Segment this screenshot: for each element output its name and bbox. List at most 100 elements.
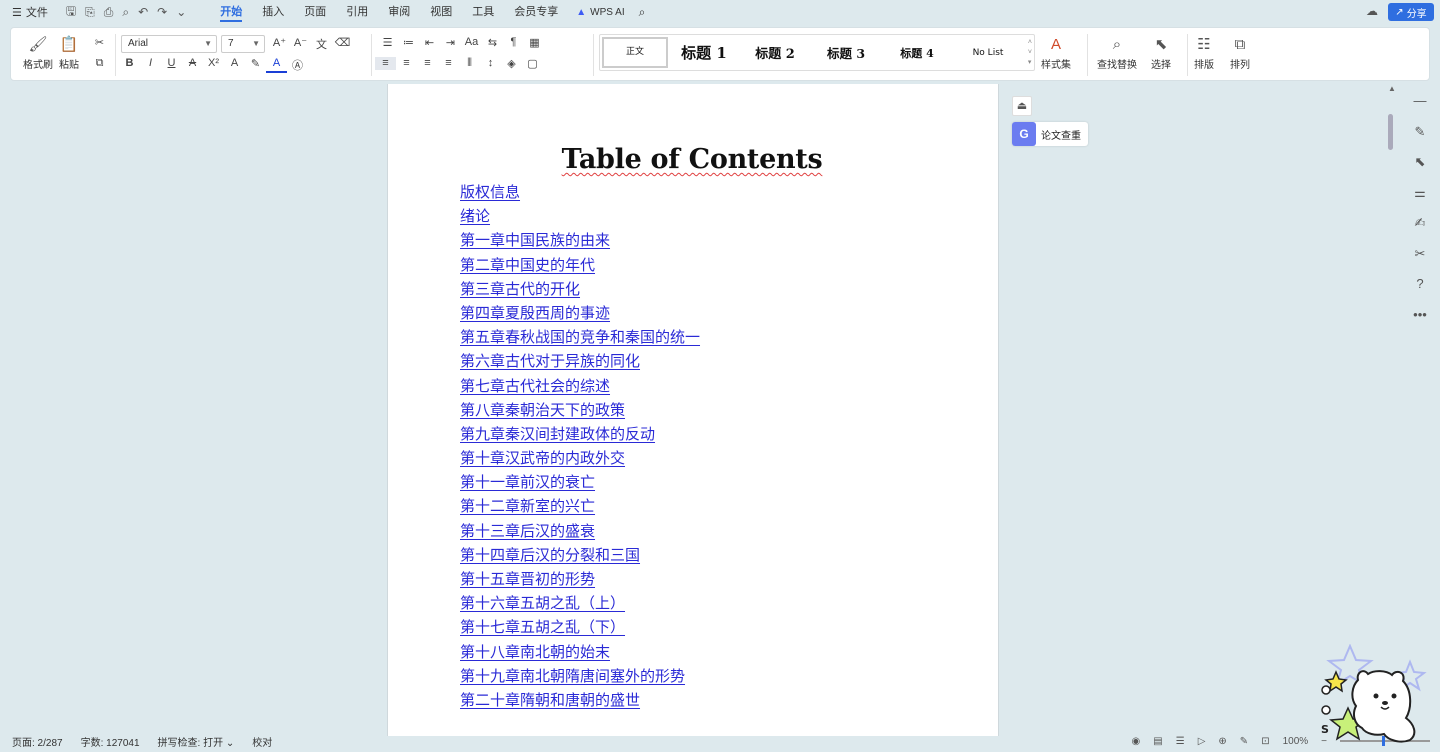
numbering-icon[interactable]: ≔ xyxy=(398,36,419,49)
essay-check-button[interactable]: G 论文查重 xyxy=(1012,122,1088,146)
pen-mode-icon[interactable]: ✎ xyxy=(1240,736,1248,747)
align-center-icon[interactable]: ≡ xyxy=(396,57,417,70)
increase-indent-icon[interactable]: ⇥ xyxy=(440,36,461,49)
scrollbar-thumb[interactable] xyxy=(1388,114,1393,150)
toc-link[interactable]: 第十五章晋初的形势 xyxy=(460,570,595,588)
search-icon[interactable]: ⌕ xyxy=(639,5,646,20)
zoom-level[interactable]: 100% xyxy=(1283,736,1309,747)
underline-icon[interactable]: U xyxy=(161,57,182,73)
strikethrough-icon[interactable]: A xyxy=(182,57,203,73)
redo-icon[interactable]: ↷ xyxy=(157,5,167,19)
scroll-up-icon[interactable]: ▲ xyxy=(1386,84,1398,93)
cut-icon[interactable]: ✂ xyxy=(89,36,110,49)
chevron-down-icon[interactable]: ⌄ xyxy=(176,5,186,19)
shrink-font-icon[interactable]: A⁻ xyxy=(290,36,311,52)
toc-link[interactable]: 第十九章南北朝隋唐间塞外的形势 xyxy=(460,667,685,685)
layout-button[interactable]: ☷ 排版 xyxy=(1194,34,1214,71)
tab-tools[interactable]: 工具 xyxy=(462,0,504,24)
font-name-select[interactable]: Arial ▼ xyxy=(121,35,217,53)
toc-link[interactable]: 第六章古代对于异族的同化 xyxy=(460,352,640,370)
toc-link[interactable]: 绪论 xyxy=(460,207,490,225)
toc-link[interactable]: 第七章古代社会的综述 xyxy=(460,377,610,395)
select-cursor-icon[interactable]: ⬉ xyxy=(1415,147,1426,178)
text-effect-icon[interactable]: A xyxy=(224,57,245,73)
character-shading-icon[interactable]: Ⓐ xyxy=(287,57,308,73)
clear-format-icon[interactable]: ⌫ xyxy=(332,36,353,52)
toc-link[interactable]: 第二章中国史的年代 xyxy=(460,256,595,274)
table-icon[interactable]: ▦ xyxy=(524,36,545,49)
minimize-panel-icon[interactable]: — xyxy=(1414,86,1427,117)
line-spacing-icon[interactable]: ↕ xyxy=(480,57,501,70)
tab-membership[interactable]: 会员专享 xyxy=(504,0,568,24)
show-marks-icon[interactable]: ¶ xyxy=(503,36,524,49)
toc-link[interactable]: 第十一章前汉的衰亡 xyxy=(460,473,595,491)
superscript-icon[interactable]: X² xyxy=(203,57,224,73)
print-icon[interactable]: ⎙ xyxy=(104,5,114,20)
toc-link[interactable]: 第十八章南北朝的始末 xyxy=(460,643,610,661)
wps-ai-button[interactable]: ▲ WPS AI ⌕ xyxy=(576,5,645,20)
copy-icon[interactable]: ⧉ xyxy=(89,57,110,70)
paste-button[interactable]: 📋 粘贴 xyxy=(59,34,79,71)
toc-link[interactable]: 第十七章五胡之乱（下） xyxy=(460,618,625,636)
undo-icon[interactable]: ↶ xyxy=(138,5,148,19)
export-icon[interactable]: ⎘ xyxy=(85,5,95,20)
share-button[interactable]: ↗ 分享 xyxy=(1388,3,1434,21)
toc-link[interactable]: 第一章中国民族的由来 xyxy=(460,231,610,249)
justify-icon[interactable]: ≡ xyxy=(438,57,459,70)
collapse-panel-icon[interactable]: ⏏ xyxy=(1012,96,1032,116)
outline-view-icon[interactable]: ☰ xyxy=(1176,736,1185,747)
tab-home[interactable]: 开始 xyxy=(210,0,252,24)
toc-link[interactable]: 第十二章新室的兴亡 xyxy=(460,497,595,515)
toc-link[interactable]: 第十六章五胡之乱（上） xyxy=(460,594,625,612)
eye-protection-icon[interactable]: ◉ xyxy=(1132,736,1141,747)
fit-page-icon[interactable]: ⊡ xyxy=(1261,736,1269,747)
tab-page[interactable]: 页面 xyxy=(294,0,336,24)
vertical-scrollbar[interactable]: ▲ xyxy=(1386,84,1398,736)
tab-insert[interactable]: 插入 xyxy=(252,0,294,24)
toc-link[interactable]: 第十三章后汉的盛衰 xyxy=(460,522,595,540)
page-indicator[interactable]: 页面: 2/287 xyxy=(12,734,63,749)
toc-link[interactable]: 第四章夏殷西周的事迹 xyxy=(460,304,610,322)
phonetic-guide-icon[interactable]: 文 xyxy=(311,36,332,52)
italic-icon[interactable]: I xyxy=(140,57,161,73)
tab-references[interactable]: 引用 xyxy=(336,0,378,24)
font-color-icon[interactable]: A xyxy=(266,57,287,73)
align-left-icon[interactable]: ≡ xyxy=(375,57,396,70)
more-icon[interactable]: ••• xyxy=(1413,300,1427,331)
toc-link[interactable]: 第三章古代的开化 xyxy=(460,280,580,298)
file-menu[interactable]: ☰ 文件 xyxy=(12,4,48,20)
style-normal[interactable]: 正文 xyxy=(602,37,668,68)
decrease-indent-icon[interactable]: ⇤ xyxy=(419,36,440,49)
tab-review[interactable]: 审阅 xyxy=(378,0,420,24)
save-icon[interactable]: 🖫 xyxy=(66,2,76,23)
tab-view[interactable]: 视图 xyxy=(420,0,462,24)
toc-link[interactable]: 第十四章后汉的分裂和三国 xyxy=(460,546,640,564)
word-count[interactable]: 字数: 127041 xyxy=(81,734,140,749)
text-direction-icon[interactable]: ⇆ xyxy=(482,36,503,49)
web-view-icon[interactable]: ⊕ xyxy=(1218,736,1226,747)
shading-icon[interactable]: ◈ xyxy=(501,57,522,70)
grow-font-icon[interactable]: A⁺ xyxy=(269,36,290,52)
spell-check-toggle[interactable]: 拼写检查: 打开 ⌄ xyxy=(158,734,235,749)
proofread-button[interactable]: 校对 xyxy=(252,734,272,749)
adjust-icon[interactable]: ⚌ xyxy=(1414,178,1426,209)
page-view-icon[interactable]: ▤ xyxy=(1153,736,1162,747)
cloud-sync-icon[interactable]: ☁ xyxy=(1366,4,1378,18)
play-icon[interactable]: ▷ xyxy=(1198,736,1206,747)
sign-icon[interactable]: ✍ xyxy=(1415,208,1426,239)
find-replace-button[interactable]: ⌕ 查找替换 xyxy=(1097,34,1137,71)
styles-scroll-control[interactable]: ˄ ˅ ▾ xyxy=(1028,38,1032,68)
style-heading-4[interactable]: 标题 4 xyxy=(882,45,952,61)
style-heading-1[interactable]: 标题 1 xyxy=(668,42,740,63)
format-painter-button[interactable]: 🖌 格式刷 xyxy=(23,34,53,71)
borders-icon[interactable]: ▢ xyxy=(522,57,543,70)
pen-icon[interactable]: ✎ xyxy=(1415,117,1426,148)
style-set-button[interactable]: A 样式集 xyxy=(1041,34,1071,71)
help-icon[interactable]: ? xyxy=(1416,269,1423,300)
toc-link[interactable]: 第十章汉武帝的内政外交 xyxy=(460,449,625,467)
toc-link[interactable]: 版权信息 xyxy=(460,183,520,201)
align-right-icon[interactable]: ≡ xyxy=(417,57,438,70)
style-heading-2[interactable]: 标题 2 xyxy=(740,43,810,62)
change-case-icon[interactable]: Aa xyxy=(461,36,482,49)
toc-link[interactable]: 第二十章隋朝和唐朝的盛世 xyxy=(460,691,640,709)
